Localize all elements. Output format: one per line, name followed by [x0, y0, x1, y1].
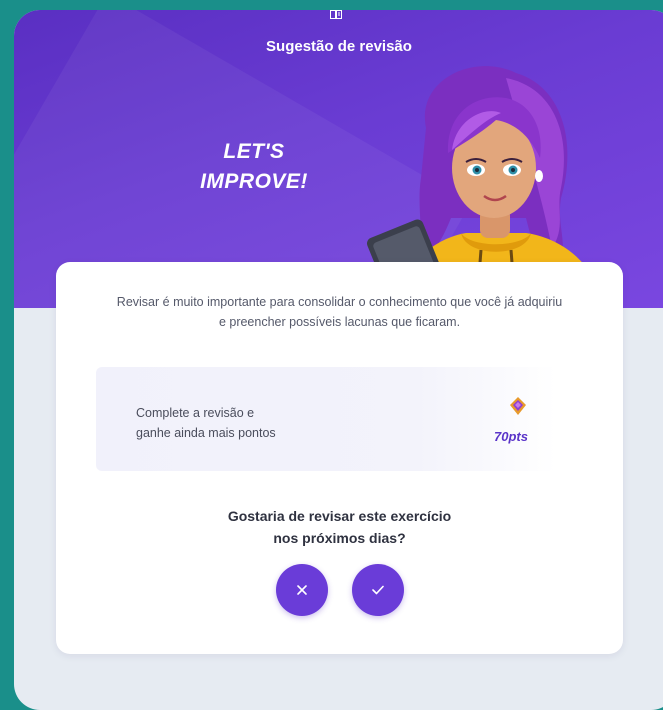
hero-line-2: IMPROVE!: [200, 170, 308, 193]
book-icon: [330, 10, 342, 19]
hero-heading: LET'S IMPROVE!: [164, 137, 344, 197]
question-line-1: Gostaria de revisar este exercício: [227, 508, 452, 524]
review-question: Gostaria de revisar este exercício nos p…: [116, 505, 563, 549]
decline-button[interactable]: [276, 564, 328, 616]
close-icon: [297, 585, 307, 595]
hero-line-1: LET'S: [223, 140, 285, 163]
reward-line-1: Complete a revisão e: [136, 406, 255, 420]
reward-box: Complete a revisão e ganhe ainda mais po…: [96, 367, 556, 471]
points-value: 70pts: [494, 429, 528, 444]
review-card: Revisar é muito importante para consolid…: [56, 262, 623, 654]
intro-text: Revisar é muito importante para consolid…: [116, 295, 563, 329]
accept-button[interactable]: [352, 564, 404, 616]
question-line-2: nos próximos dias?: [273, 530, 406, 546]
reward-description: Complete a revisão e ganhe ainda mais po…: [136, 403, 376, 443]
page-title: Sugestão de revisão: [266, 38, 412, 55]
reward-line-2: ganhe ainda mais pontos: [136, 426, 276, 440]
gem-icon: [510, 397, 526, 415]
check-icon: [372, 585, 384, 595]
review-suggestion-screen: Sugestão de revisão LET'S IMPROVE! Revis…: [14, 10, 663, 710]
